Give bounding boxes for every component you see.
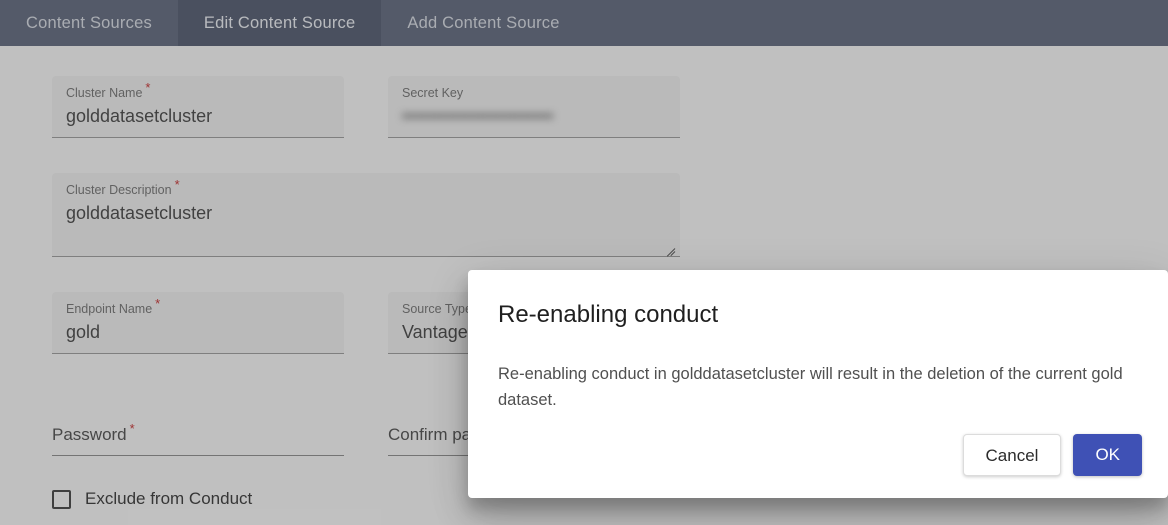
dialog-message: Re-enabling conduct in golddatasetcluste… xyxy=(498,365,1123,409)
dialog-actions: Cancel OK xyxy=(962,434,1142,476)
dialog-title: Re-enabling conduct xyxy=(498,301,719,328)
ok-button[interactable]: OK xyxy=(1073,434,1142,476)
re-enabling-conduct-dialog: Re-enabling conduct Re-enabling conduct … xyxy=(468,270,1168,498)
cancel-button[interactable]: Cancel xyxy=(962,434,1062,476)
